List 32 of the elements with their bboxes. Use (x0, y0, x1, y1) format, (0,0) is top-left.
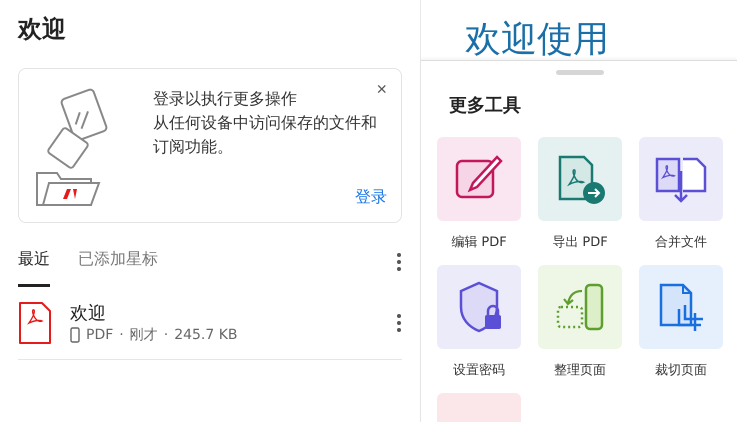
close-button[interactable]: × (376, 79, 387, 100)
sign-in-description: 从任何设备中访问保存的文件和订阅功能。 (153, 112, 378, 158)
separator-dot: · (119, 327, 124, 343)
pdf-file-icon (18, 301, 52, 345)
sign-in-headline: 登录以执行更多操作 (153, 88, 297, 110)
more-options-icon[interactable] (396, 314, 402, 332)
tool-label: 合并文件 (655, 234, 707, 251)
drag-handle[interactable] (556, 70, 604, 75)
tool-button[interactable]: 裁切页面 (639, 265, 723, 379)
tool-button[interactable]: 导出 PDF (538, 137, 622, 251)
page-title: 欢迎 (18, 14, 67, 44)
file-tab[interactable]: 最近 (18, 249, 50, 287)
file-tab[interactable]: 已添加星标 (78, 249, 158, 287)
welcome-heading: 欢迎使用 (464, 18, 610, 60)
sheet-title: 更多工具 (449, 94, 522, 117)
file-name[interactable]: 欢迎 (70, 302, 396, 326)
tool-label: 整理页面 (554, 362, 606, 379)
file-type: PDF (86, 327, 114, 343)
tool-button[interactable]: 设置密码 (437, 265, 521, 379)
tool-label: 导出 PDF (552, 234, 608, 251)
tool-button[interactable]: 合并文件 (639, 137, 723, 251)
file-size: 245.7 KB (174, 327, 238, 343)
tool-label: 裁切页面 (655, 362, 707, 379)
tool-label: 设置密码 (453, 362, 505, 379)
file-time: 刚才 (130, 326, 158, 344)
tool-label: 编辑 PDF (451, 234, 507, 251)
phone-icon (70, 327, 80, 343)
more-options-icon[interactable] (396, 253, 402, 271)
sign-in-link[interactable]: 登录 (355, 187, 387, 208)
tool-button[interactable]: 编辑 PDF (437, 137, 521, 251)
separator-dot: · (164, 327, 168, 343)
tool-button[interactable]: 整理页面 (538, 265, 622, 379)
